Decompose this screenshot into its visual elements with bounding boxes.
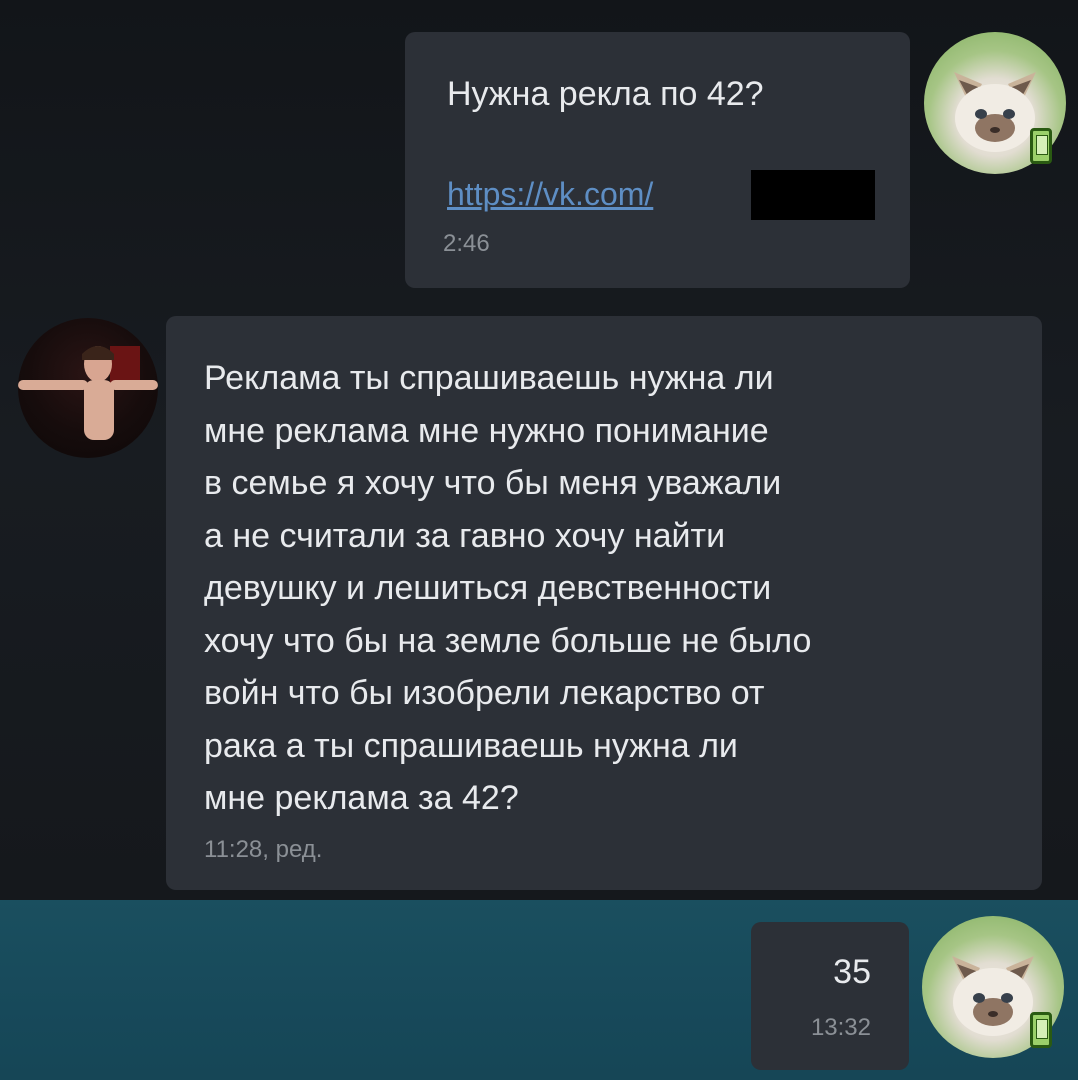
message-link[interactable]: https://vk.com/ [447, 176, 653, 213]
redaction-block [751, 170, 875, 220]
message-time: 11:28, ред. [204, 836, 323, 863]
person-avatar[interactable] [18, 318, 158, 458]
selected-message-highlight [0, 900, 1078, 1080]
person-photo-icon [18, 346, 158, 440]
message-time: 13:32 [810, 1014, 871, 1041]
message-text: Нужна рекла по 42? [447, 75, 764, 113]
message-bubble-outgoing[interactable]: Нужна рекла по 42? https://vk.com/ 2:46 [405, 32, 910, 288]
message-text: Реклама ты спрашиваешь нужна ли мне рекл… [204, 359, 812, 817]
message-time: 2:46 [443, 230, 490, 257]
message-bubble-incoming[interactable]: Реклама ты спрашиваешь нужна ли мне рекл… [166, 316, 1042, 890]
mobile-icon [1030, 1012, 1052, 1048]
message-bubble-outgoing[interactable]: 35 13:32 [751, 922, 909, 1070]
mobile-icon [1030, 128, 1052, 164]
message-text: 35 [833, 953, 871, 991]
